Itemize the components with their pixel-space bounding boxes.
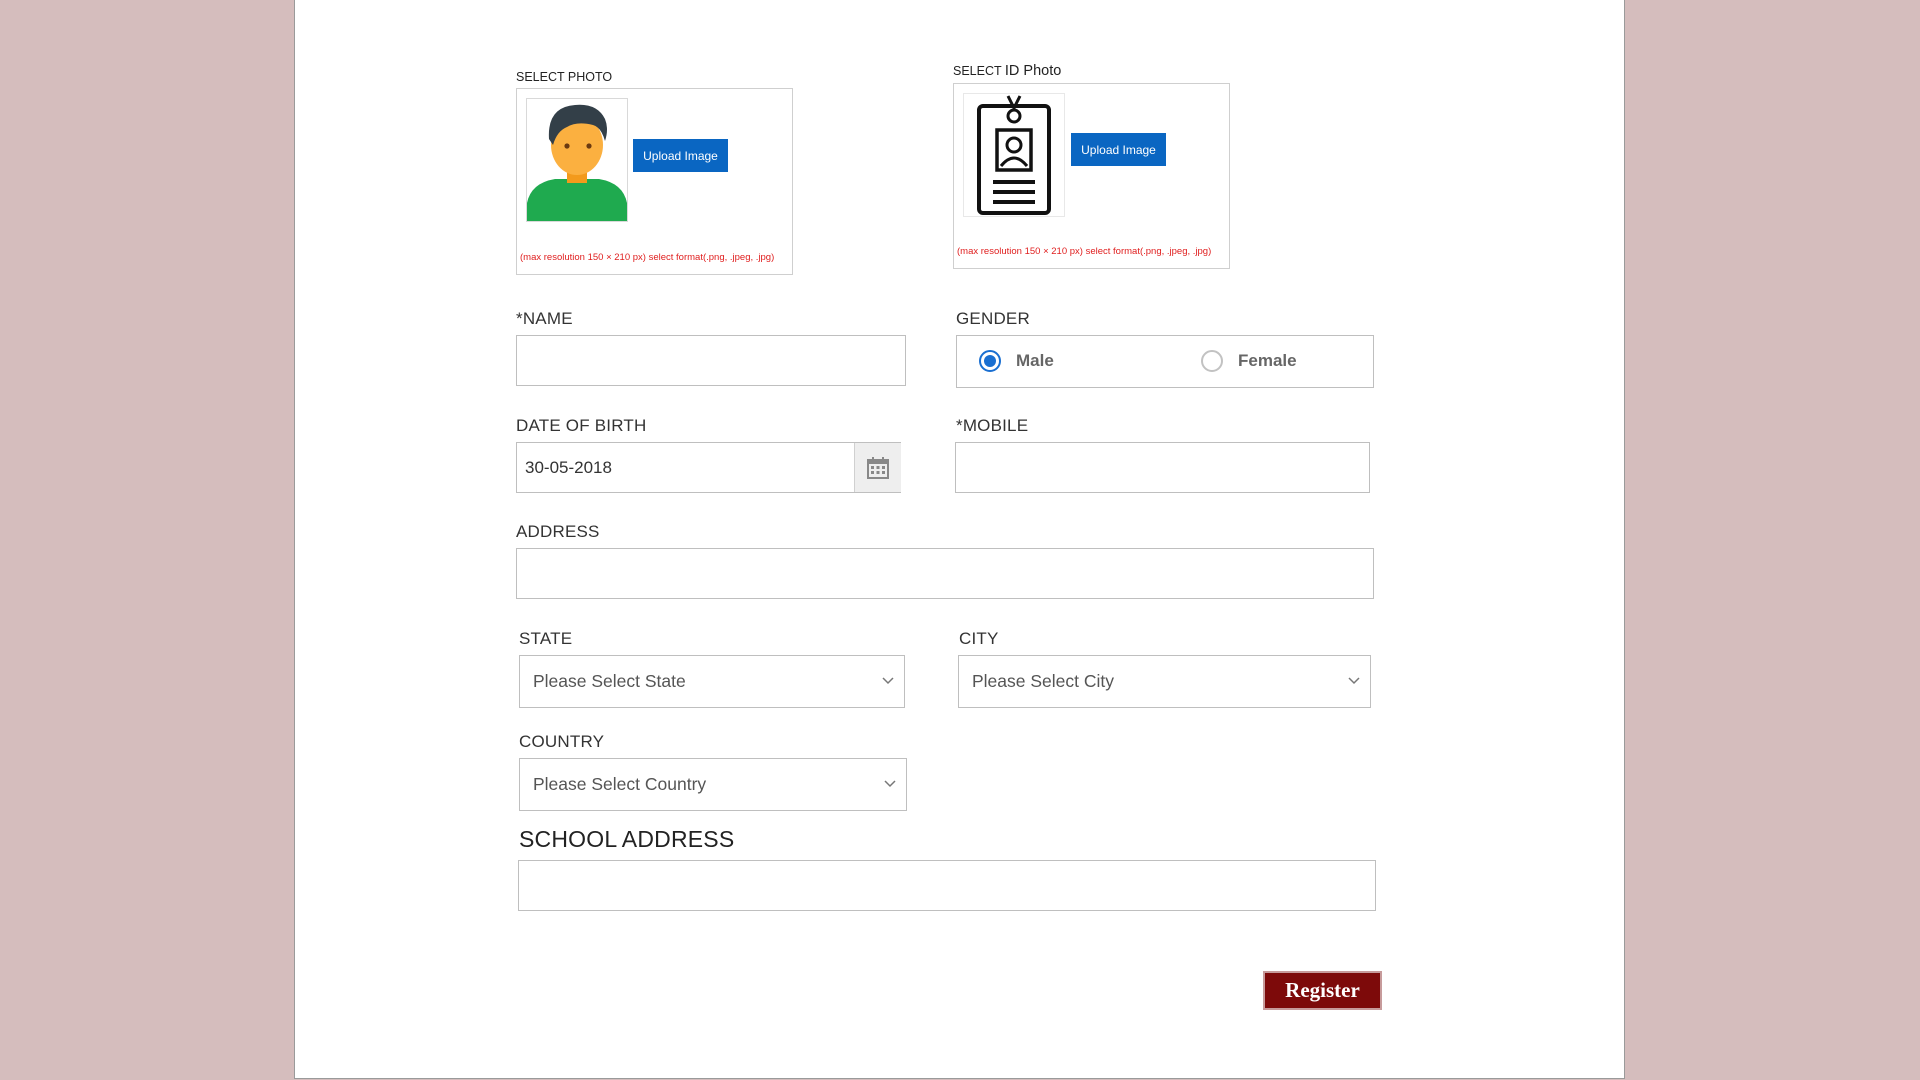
photo-upload-box: Upload Image (max resolution 150 × 210 p…	[516, 88, 793, 275]
state-select[interactable]: Please Select State	[519, 655, 905, 708]
id-photo-upload-button[interactable]: Upload Image	[1071, 133, 1166, 166]
select-id-photo-prefix: SELECT	[953, 64, 1002, 78]
calendar-button[interactable]	[854, 443, 901, 492]
photo-upload-button[interactable]: Upload Image	[633, 139, 728, 172]
gender-label: GENDER	[956, 309, 1030, 328]
address-input[interactable]	[516, 548, 1374, 599]
mobile-label: *MOBILE	[956, 416, 1029, 435]
select-id-photo-suffix: ID Photo	[1004, 63, 1062, 79]
country-label: COUNTRY	[519, 732, 605, 751]
id-photo-format-hint: (max resolution 150 × 210 px) select for…	[957, 246, 1212, 257]
select-photo-label: SELECT PHOTO	[516, 70, 613, 84]
name-input[interactable]	[516, 335, 906, 386]
select-id-photo-label: SELECT ID Photo	[953, 63, 1061, 79]
gender-female-label: Female	[1238, 351, 1297, 370]
gender-male-radio[interactable]: Male	[979, 350, 1054, 372]
city-select-value: Please Select City	[972, 671, 1115, 691]
dob-field	[516, 442, 901, 493]
city-select[interactable]: Please Select City	[958, 655, 1371, 708]
registration-panel: SELECT PHOTO Upload Image (max resolutio…	[294, 0, 1625, 1079]
country-select-value: Please Select Country	[533, 774, 707, 794]
photo-format-hint: (max resolution 150 × 210 px) select for…	[520, 252, 775, 263]
city-label: CITY	[959, 629, 999, 648]
person-avatar-icon	[526, 98, 628, 222]
chevron-down-icon	[1348, 676, 1360, 684]
dob-label: DATE OF BIRTH	[516, 416, 647, 435]
id-photo-upload-box: Upload Image (max resolution 150 × 210 p…	[953, 83, 1230, 269]
radio-checked-icon	[979, 350, 1001, 372]
radio-unchecked-icon	[1201, 350, 1223, 372]
state-label: STATE	[519, 629, 573, 648]
country-select[interactable]: Please Select Country	[519, 758, 907, 811]
gender-radio-group: Male Female	[956, 335, 1374, 388]
school-address-label: SCHOOL ADDRESS	[519, 826, 735, 852]
school-address-input[interactable]	[518, 860, 1376, 911]
address-label: ADDRESS	[516, 522, 600, 541]
id-badge-icon	[963, 93, 1065, 217]
calendar-icon	[867, 456, 889, 479]
dob-input[interactable]	[517, 443, 854, 492]
chevron-down-icon	[884, 779, 896, 787]
mobile-input[interactable]	[955, 442, 1370, 493]
register-button[interactable]: Register	[1263, 971, 1382, 1010]
state-select-value: Please Select State	[533, 671, 686, 691]
gender-male-label: Male	[1016, 351, 1054, 370]
gender-female-radio[interactable]: Female	[1201, 350, 1297, 372]
chevron-down-icon	[882, 676, 894, 684]
name-label: *NAME	[516, 309, 573, 328]
